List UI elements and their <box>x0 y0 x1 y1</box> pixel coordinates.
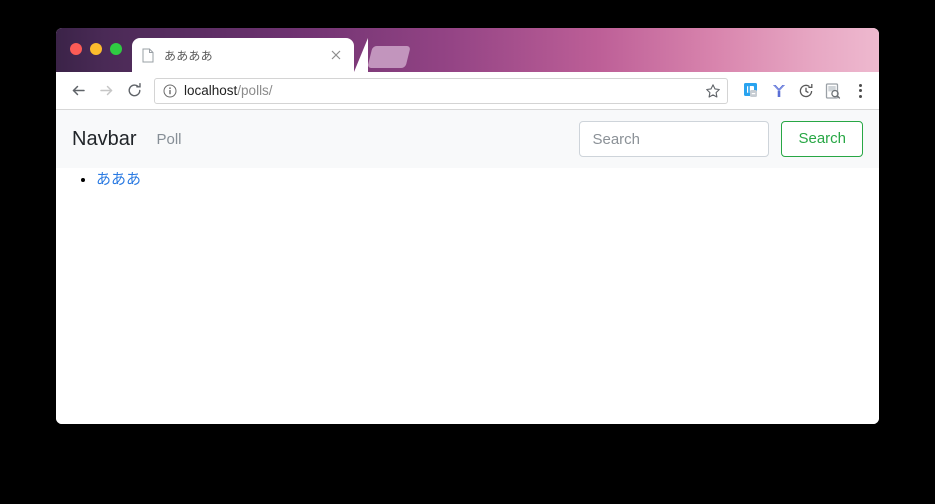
window-traffic-lights <box>70 43 122 55</box>
bookmark-star-icon[interactable] <box>705 83 721 99</box>
browser-menu-button[interactable] <box>851 80 869 102</box>
info-circle-icon[interactable] <box>163 84 177 98</box>
back-icon[interactable] <box>64 77 92 105</box>
browser-window: ああああ localhost/polls/ Navbar Poll Search… <box>56 28 879 424</box>
address-bar-url: localhost/polls/ <box>184 83 699 98</box>
search-input[interactable] <box>579 121 770 157</box>
browser-tab[interactable]: ああああ <box>132 38 368 72</box>
list-item: あああ <box>96 170 879 190</box>
reload-icon[interactable] <box>120 77 148 105</box>
poll-link[interactable]: あああ <box>96 171 141 188</box>
navbar-search-form: Search <box>579 121 863 157</box>
page-content: あああ <box>56 170 879 190</box>
site-navbar: Navbar Poll Search <box>56 110 879 168</box>
window-close-button[interactable] <box>70 43 82 55</box>
navbar-link-poll[interactable]: Poll <box>156 131 181 148</box>
menu-dot <box>858 83 862 87</box>
address-bar-path: /polls/ <box>237 83 273 98</box>
navbar-brand[interactable]: Navbar <box>72 128 136 151</box>
forward-icon <box>92 77 120 105</box>
new-tab-button[interactable] <box>367 46 411 68</box>
page-viewport: Navbar Poll Search あああ <box>56 110 879 424</box>
browser-tab-title: ああああ <box>164 48 213 63</box>
window-maximize-button[interactable] <box>110 43 122 55</box>
browser-titlebar: ああああ <box>56 28 879 72</box>
history-clock-extension-icon[interactable] <box>795 80 817 102</box>
close-icon[interactable] <box>328 47 344 63</box>
menu-dot <box>858 89 862 92</box>
poll-list: あああ <box>56 170 879 190</box>
document-icon <box>142 48 154 63</box>
clipboard-extension-icon[interactable] <box>741 80 763 102</box>
address-bar-host: localhost <box>184 83 238 98</box>
window-minimize-button[interactable] <box>90 43 102 55</box>
screenshot-extension-icon[interactable] <box>822 80 844 102</box>
browser-toolbar: localhost/polls/ <box>56 72 879 110</box>
menu-dot <box>858 94 862 98</box>
search-button[interactable]: Search <box>781 121 863 157</box>
y-extension-icon[interactable] <box>768 80 790 102</box>
address-bar[interactable]: localhost/polls/ <box>154 77 728 104</box>
